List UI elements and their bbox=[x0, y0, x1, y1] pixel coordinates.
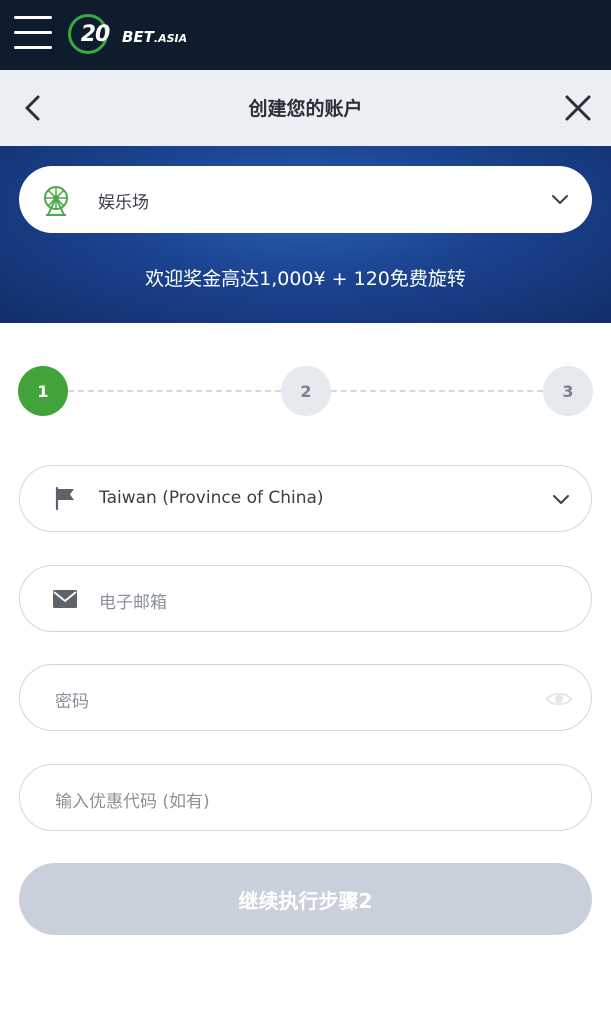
bonus-text: 欢迎奖金高达1,000¥ + 120免费旋转 bbox=[145, 268, 466, 290]
eye-icon[interactable] bbox=[546, 686, 572, 712]
country-value: Taiwan (Province of China) bbox=[99, 488, 324, 508]
close-icon[interactable] bbox=[562, 92, 594, 124]
promo-code-field[interactable]: 输入优惠代码 (如有) bbox=[19, 764, 592, 831]
ferris-wheel-icon bbox=[44, 186, 68, 216]
country-select[interactable]: Taiwan (Province of China) bbox=[19, 465, 592, 532]
step-2: 2 bbox=[281, 366, 331, 416]
page-header: 创建您的账户 bbox=[0, 70, 611, 146]
step-connector bbox=[331, 390, 543, 392]
step-connector bbox=[68, 390, 281, 392]
promo-code-placeholder: 输入优惠代码 (如有) bbox=[55, 792, 210, 812]
step-1: 1 bbox=[18, 366, 68, 416]
logo-badge: 20 bbox=[68, 14, 111, 54]
email-placeholder: 电子邮箱 bbox=[99, 593, 167, 613]
envelope-icon bbox=[53, 590, 77, 608]
logo-number: 20 bbox=[80, 21, 111, 47]
chevron-down-icon bbox=[552, 195, 568, 204]
menu-icon[interactable] bbox=[14, 14, 54, 52]
step-indicator: 1 2 3 bbox=[0, 360, 611, 420]
page-title: 创建您的账户 bbox=[248, 98, 363, 120]
email-field[interactable]: 电子邮箱 bbox=[19, 565, 592, 632]
flag-icon bbox=[55, 486, 74, 511]
logo-name: BET bbox=[122, 28, 154, 46]
continue-button[interactable]: 继续执行步骤2 bbox=[19, 863, 592, 935]
step-3: 3 bbox=[543, 366, 593, 416]
top-bar: 20 BET.ASIA bbox=[0, 0, 611, 70]
chevron-down-icon bbox=[553, 495, 569, 504]
logo-text: BET.ASIA bbox=[122, 28, 187, 46]
password-field[interactable]: 密码 bbox=[19, 664, 592, 731]
promo-banner: 娱乐场 欢迎奖金高达1,000¥ + 120免费旋转 bbox=[0, 146, 611, 323]
product-label: 娱乐场 bbox=[98, 193, 149, 213]
password-placeholder: 密码 bbox=[55, 692, 89, 712]
brand-logo[interactable]: 20 BET.ASIA bbox=[68, 14, 187, 54]
product-select[interactable]: 娱乐场 bbox=[19, 166, 592, 233]
logo-suffix: .ASIA bbox=[153, 32, 188, 45]
